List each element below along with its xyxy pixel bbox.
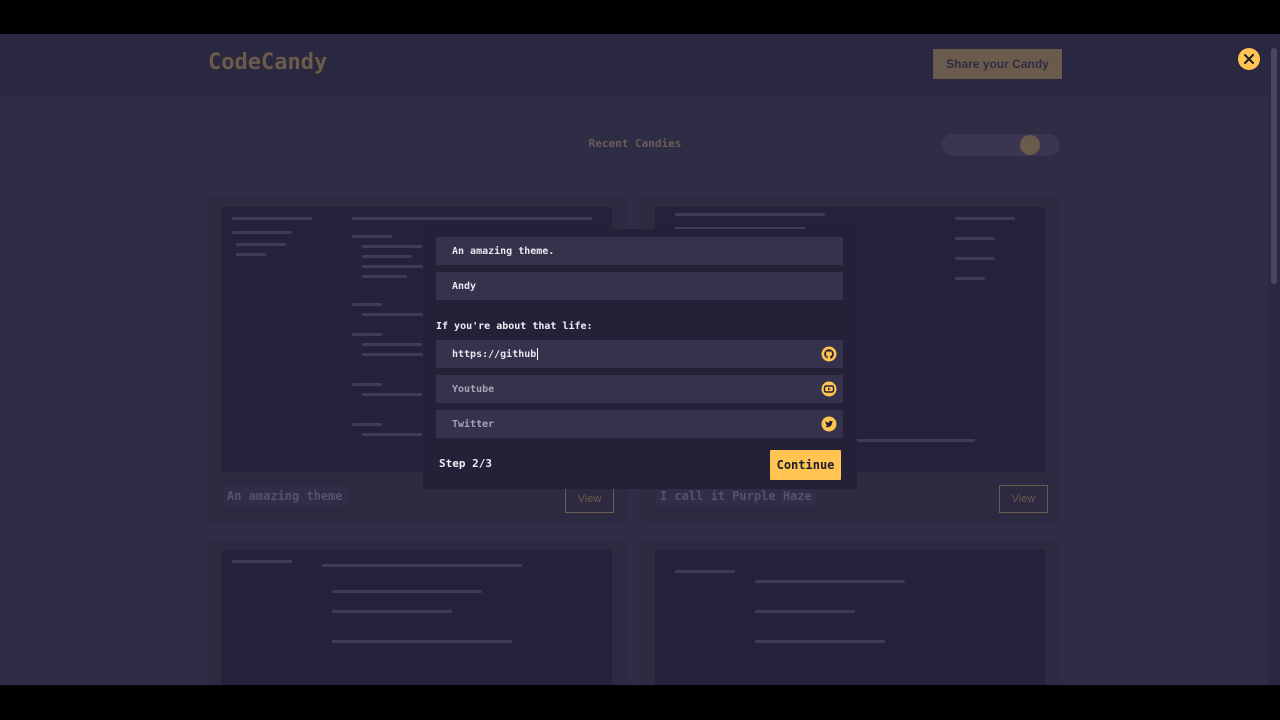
page-viewport: CodeCandy Share your Candy Recent Candie… [0,34,1280,685]
twitter-field-placeholder: Twitter [452,418,495,430]
step-indicator: Step 2/3 [439,457,492,470]
theme-toggle-knob[interactable] [1020,135,1040,155]
site-header: CodeCandy Share your Candy [0,34,1268,96]
submit-candy-modal: An amazing theme. Andy If you're about t… [423,229,857,489]
close-icon [1244,54,1254,64]
github-field-value: https://github [452,348,537,360]
share-candy-button[interactable]: Share your Candy [933,49,1062,79]
candy-thumbnail[interactable] [222,550,612,685]
candy-card-title: I call it Purple Haze [656,486,816,506]
continue-button[interactable]: Continue [770,450,841,480]
github-icon [821,346,837,362]
candy-card [208,540,626,685]
site-logo[interactable]: CodeCandy [208,50,327,75]
page-scrollbar[interactable] [1268,34,1280,685]
theme-toggle[interactable] [942,134,1060,156]
candy-thumbnail[interactable] [655,550,1045,685]
author-field-value: Andy [452,280,477,292]
section-title: Recent Candies [588,137,682,150]
twitter-icon [821,416,837,432]
twitter-field[interactable]: Twitter [436,410,843,438]
view-button[interactable]: View [999,485,1048,513]
author-field[interactable]: Andy [436,272,843,300]
candy-card-title: An amazing theme [223,486,347,506]
description-field[interactable]: An amazing theme. [436,237,843,265]
view-button[interactable]: View [565,485,614,513]
bottom-bar [0,685,1280,720]
youtube-icon [821,381,837,397]
text-cursor [537,348,539,360]
close-modal-button[interactable] [1238,48,1260,70]
scrollbar-thumb[interactable] [1271,48,1277,284]
youtube-field[interactable]: Youtube [436,375,843,403]
github-field[interactable]: https://github [436,340,843,368]
social-links-label: If you're about that life: [436,321,593,332]
youtube-field-placeholder: Youtube [452,383,495,395]
description-field-value: An amazing theme. [452,245,555,257]
candy-card [641,540,1059,685]
